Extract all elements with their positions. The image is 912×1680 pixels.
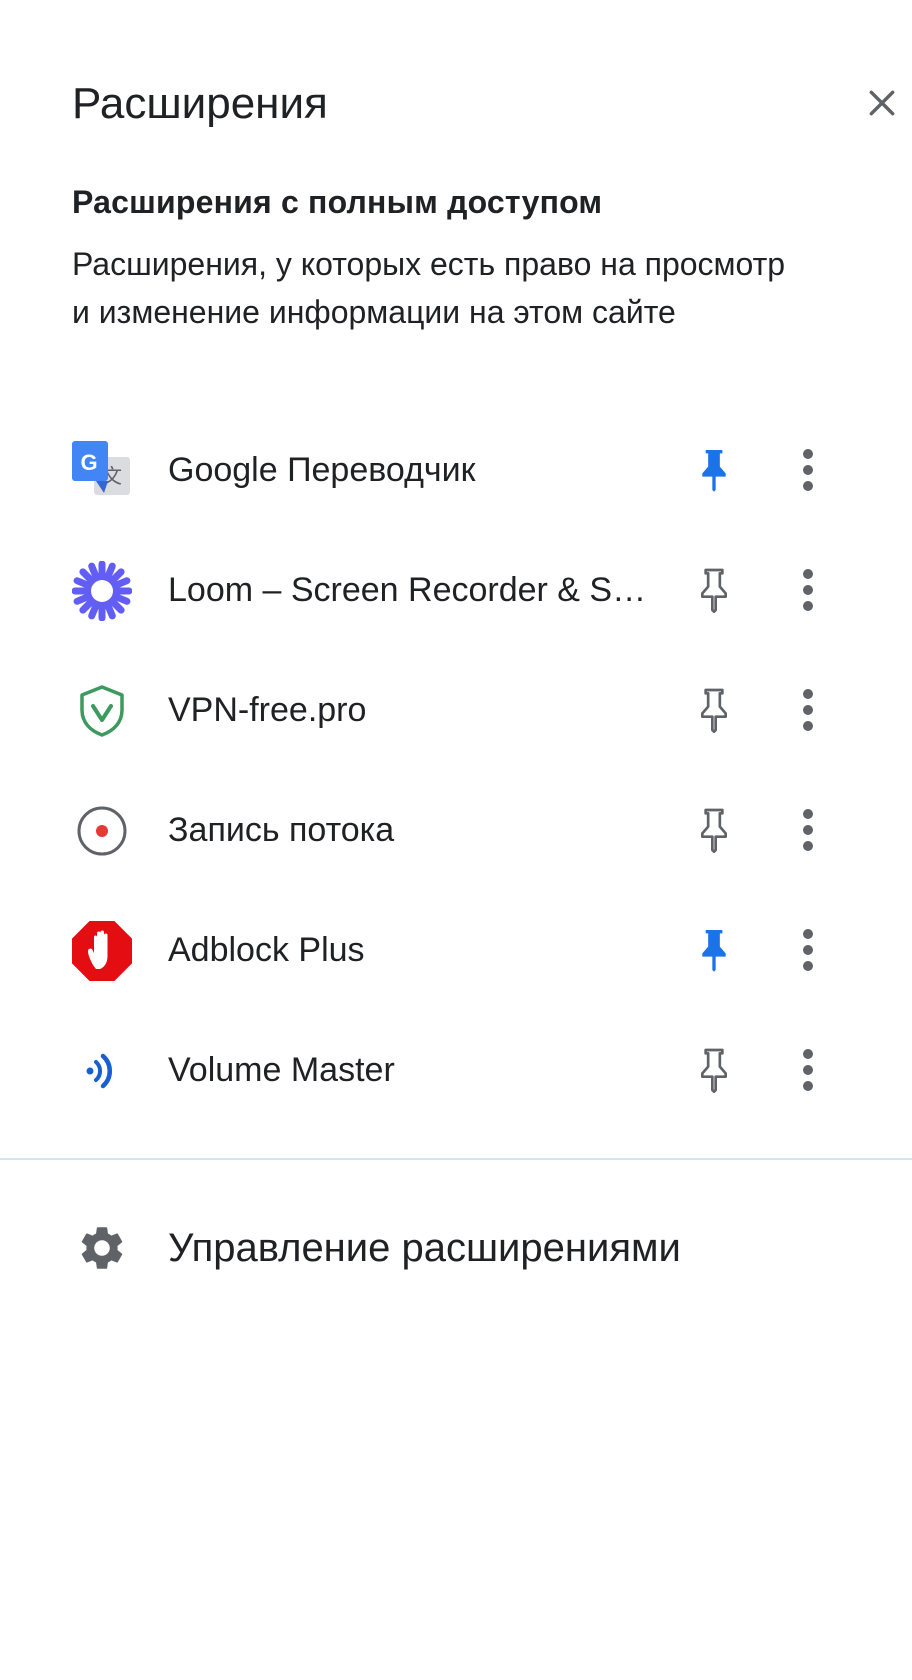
record-icon [72,801,132,861]
pin-filled-icon [702,930,726,972]
more-options-button[interactable] [782,1037,834,1103]
more-options-button[interactable] [782,797,834,863]
more-vert-icon [803,809,813,851]
extension-name: Google Переводчик [168,451,476,489]
close-button[interactable] [842,70,912,136]
pin-outline-icon [701,688,727,733]
pin-button[interactable] [684,437,744,503]
more-options-button[interactable] [782,557,834,623]
panel-header: Расширения [72,70,912,140]
pin-filled-icon [702,450,726,492]
extension-row-vpn-free[interactable]: VPN-free.pro [0,653,912,773]
pin-button[interactable] [684,1037,744,1103]
section-heading: Расширения с полным доступом [72,184,603,220]
pin-button[interactable] [684,677,744,743]
adblock-plus-icon [72,921,132,981]
more-options-button[interactable] [782,917,834,983]
extension-name: Adblock Plus [168,931,365,969]
manage-extensions-button[interactable]: Управление расширениями [0,1200,912,1296]
section-description: Расширения, у которых есть право на прос… [72,246,786,330]
divider [0,1158,912,1160]
extension-row-loom[interactable]: Loom – Screen Recorder & Screen Capture [0,533,912,653]
gear-icon [72,1218,132,1278]
extension-row-volume-master[interactable]: Volume Master [0,1013,912,1133]
pin-outline-icon [701,1048,727,1093]
pin-button[interactable] [684,557,744,623]
extension-name: Запись потока [168,811,395,849]
extension-row-adblock-plus[interactable]: Adblock Plus [0,893,912,1013]
extension-row-google-translate[interactable]: 文 G Google Переводчик [0,413,912,533]
extension-list: 文 G Google Переводчик Loom – Screen Reco… [0,413,912,1133]
google-translate-icon: 文 G [72,441,132,501]
more-vert-icon [803,569,813,611]
pin-outline-icon [701,808,727,853]
pin-button[interactable] [684,797,744,863]
extension-row-stream-recorder[interactable]: Запись потока [0,773,912,893]
manage-extensions-label: Управление расширениями [168,1226,681,1270]
vpn-shield-icon [72,681,132,741]
pin-button[interactable] [684,917,744,983]
more-options-button[interactable] [782,677,834,743]
more-vert-icon [803,689,813,731]
more-options-button[interactable] [782,437,834,503]
panel-title: Расширения [72,79,328,128]
svg-text:G: G [80,450,97,475]
volume-master-icon [72,1041,132,1101]
pin-outline-icon [701,568,727,613]
extension-name: Loom – Screen Recorder & Screen Capture [168,571,648,609]
more-vert-icon [803,449,813,491]
more-vert-icon [803,1049,813,1091]
loom-icon [72,561,132,621]
extension-name: VPN-free.pro [168,691,367,729]
more-vert-icon [803,929,813,971]
extension-name: Volume Master [168,1051,395,1089]
close-icon [869,90,895,116]
